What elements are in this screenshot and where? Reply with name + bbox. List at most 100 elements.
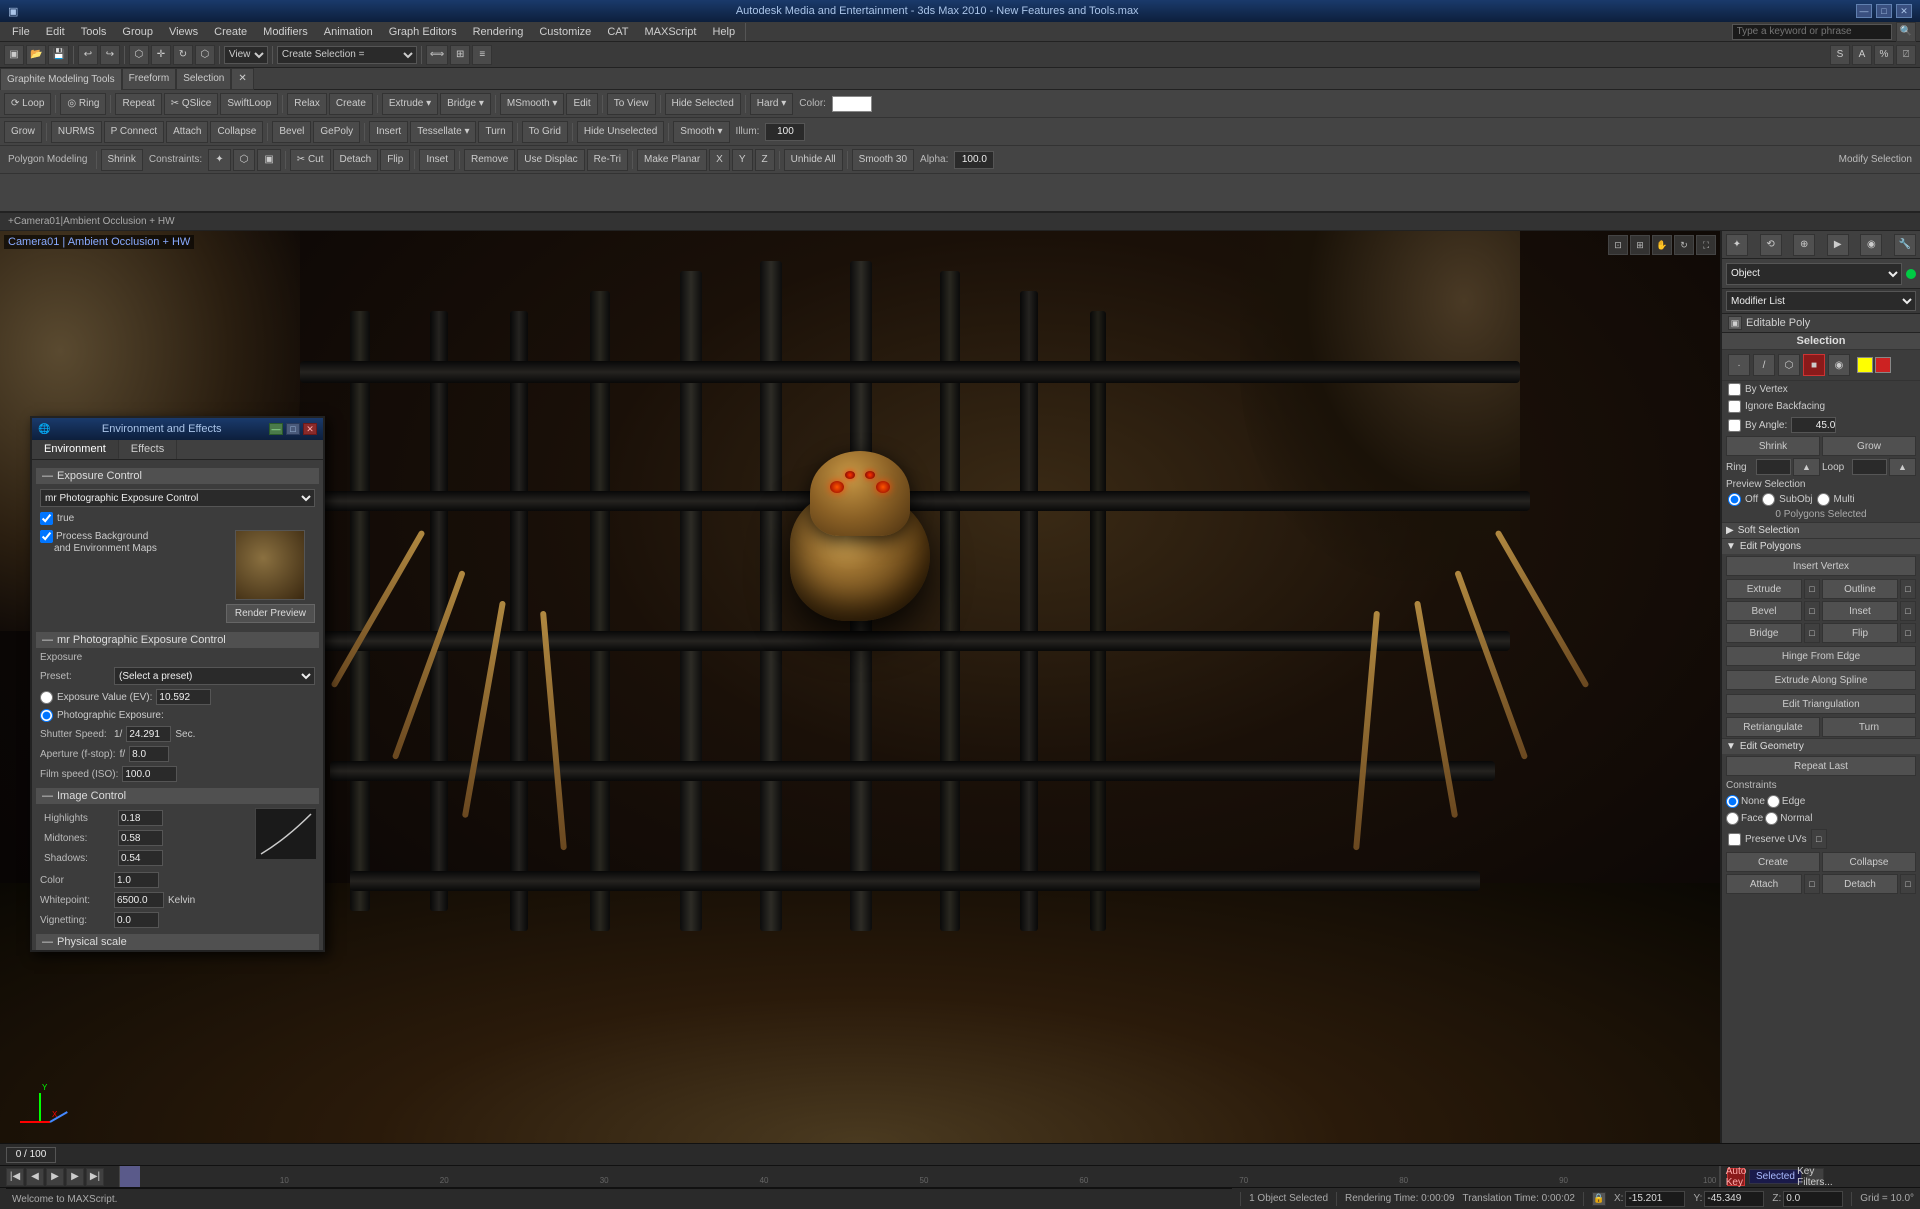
shutter-input[interactable] [126, 726, 171, 742]
edge-radio[interactable] [1767, 795, 1780, 808]
menu-edit[interactable]: Edit [38, 24, 73, 40]
geopoly-btn[interactable]: GePoly [313, 121, 360, 143]
maximize-button[interactable]: □ [1876, 4, 1892, 18]
preserve-uvs-checkbox[interactable] [1728, 833, 1741, 846]
bridge-settings-btn[interactable]: □ [1804, 623, 1820, 643]
film-input[interactable] [122, 766, 177, 782]
attach-btn2[interactable]: Attach [166, 121, 208, 143]
move-btn[interactable]: ✛ [151, 45, 171, 65]
menu-maxscript[interactable]: MAXScript [637, 24, 705, 40]
pan-btn[interactable]: ✋ [1652, 235, 1672, 255]
percent-snap[interactable]: % [1874, 45, 1894, 65]
face-radio[interactable] [1726, 812, 1739, 825]
bridge-btn[interactable]: Bridge ▾ [440, 93, 491, 115]
search-btn[interactable]: 🔍 [1896, 22, 1916, 42]
preview-multi-radio[interactable] [1817, 493, 1830, 506]
insert-btn[interactable]: Insert [369, 121, 408, 143]
dialog-maximize[interactable]: □ [286, 423, 300, 435]
arc-rotate-btn[interactable]: ↻ [1674, 235, 1694, 255]
edge-icon-btn[interactable]: / [1753, 354, 1775, 376]
highlights-input[interactable] [118, 810, 163, 826]
modifier-list-dropdown[interactable]: Modifier List [1726, 291, 1916, 311]
outline-btn-panel[interactable]: Outline [1822, 579, 1898, 599]
redo-btn[interactable]: ↪ [100, 45, 120, 65]
turn-btn2[interactable]: Turn [478, 121, 512, 143]
remove-btn[interactable]: Remove [464, 149, 515, 171]
retriangulate-btn[interactable]: Retriangulate [1726, 717, 1820, 737]
render-preview-btn[interactable]: Render Preview [226, 604, 315, 623]
menu-tools[interactable]: Tools [73, 24, 115, 40]
zoom-extents-btn[interactable]: ⊡ [1608, 235, 1628, 255]
nurms-btn[interactable]: NURMS [51, 121, 102, 143]
detach-btn-panel[interactable]: Detach [1822, 874, 1898, 894]
close-button[interactable]: ✕ [1896, 4, 1912, 18]
z-input[interactable] [1783, 1191, 1843, 1207]
by-vertex-checkbox[interactable] [1728, 383, 1741, 396]
exposure-type-dropdown[interactable]: mr Photographic Exposure Control [40, 489, 315, 507]
ring-up[interactable]: ▲ [1793, 458, 1820, 476]
midtones-input[interactable] [118, 830, 163, 846]
color-swatch-red[interactable] [1875, 357, 1891, 373]
zoom-all-btn[interactable]: ⊞ [1630, 235, 1650, 255]
menu-cat[interactable]: CAT [599, 24, 636, 40]
angle-snap[interactable]: A [1852, 45, 1872, 65]
ignore-backfacing-checkbox[interactable] [1728, 400, 1741, 413]
ss-arrow[interactable]: ▶ [1726, 525, 1734, 536]
bridge-btn-panel[interactable]: Bridge [1726, 623, 1802, 643]
color-swatch[interactable] [832, 96, 872, 112]
go-start-btn[interactable]: |◀ [6, 1168, 24, 1186]
maximize-viewport-btn[interactable]: ⛶ [1696, 235, 1716, 255]
mirror-btn[interactable]: ⟺ [426, 45, 448, 65]
loop-up[interactable]: ▲ [1889, 458, 1916, 476]
tab-graphite[interactable]: Graphite Modeling Tools [0, 68, 122, 90]
by-angle-input[interactable] [1791, 417, 1836, 433]
preview-subobj-radio[interactable] [1762, 493, 1775, 506]
retri-btn[interactable]: Re-Tri [587, 149, 628, 171]
msmooth-btn[interactable]: MSmooth ▾ [500, 93, 565, 115]
rotate-btn[interactable]: ↻ [173, 45, 193, 65]
auto-key-btn[interactable]: Auto Key [1727, 1168, 1745, 1186]
minimize-button[interactable]: — [1856, 4, 1872, 18]
snap-toggle[interactable]: S [1830, 45, 1850, 65]
x-input[interactable] [1625, 1191, 1685, 1207]
edit-tri-btn[interactable]: Edit Triangulation [1726, 694, 1916, 714]
ep-arrow[interactable]: ▼ [1726, 541, 1736, 552]
shrink-btn[interactable]: Shrink [101, 149, 143, 171]
menu-animation[interactable]: Animation [316, 24, 381, 40]
vertex-icon-btn[interactable]: · [1728, 354, 1750, 376]
menu-create[interactable]: Create [206, 24, 255, 40]
aperture-input[interactable] [129, 746, 169, 762]
swiftloop-btn[interactable]: SwiftLoop [220, 93, 278, 115]
view-dropdown[interactable]: View [224, 46, 268, 64]
inset-btn2[interactable]: Inset [419, 149, 455, 171]
flip-btn2[interactable]: Flip [380, 149, 410, 171]
tab-environment[interactable]: Environment [32, 440, 119, 459]
x-btn[interactable]: X [709, 149, 730, 171]
vignetting-input[interactable] [114, 912, 159, 928]
grow-btn-panel[interactable]: Grow [1822, 436, 1916, 456]
repeat-last-btn[interactable]: Repeat Last [1726, 756, 1916, 776]
dialog-minimize[interactable]: — [269, 423, 283, 435]
hide-selected-btn[interactable]: Hide Selected [665, 93, 741, 115]
tessellate-btn[interactable]: Tessellate ▾ [410, 121, 476, 143]
preview-off-radio[interactable] [1728, 493, 1741, 506]
unhide-all-btn[interactable]: Unhide All [784, 149, 843, 171]
menu-help[interactable]: Help [704, 24, 743, 40]
bevel-settings-btn[interactable]: □ [1804, 601, 1820, 621]
panel-icon-create[interactable]: ✦ [1726, 234, 1748, 256]
menu-graph-editors[interactable]: Graph Editors [381, 24, 465, 40]
bevel-btn2[interactable]: Bevel [272, 121, 311, 143]
constr-edge[interactable]: ⬡ [233, 149, 256, 171]
align-btn[interactable]: ≡ [472, 45, 492, 65]
normal-radio[interactable] [1765, 812, 1778, 825]
menu-file[interactable]: File [4, 24, 38, 40]
spinner-snap[interactable]: ⍁ [1896, 45, 1916, 65]
tab-selection[interactable]: Selection [176, 68, 231, 90]
tab-effects[interactable]: Effects [119, 440, 177, 459]
polygon-icon-btn[interactable]: ■ [1803, 354, 1825, 376]
qslice-btn[interactable]: ✂ QSlice [164, 93, 219, 115]
bevel-btn-panel[interactable]: Bevel [1726, 601, 1802, 621]
shrink-btn-panel[interactable]: Shrink [1726, 436, 1820, 456]
photo-radio[interactable] [40, 709, 53, 722]
toview-btn[interactable]: To View [607, 93, 656, 115]
